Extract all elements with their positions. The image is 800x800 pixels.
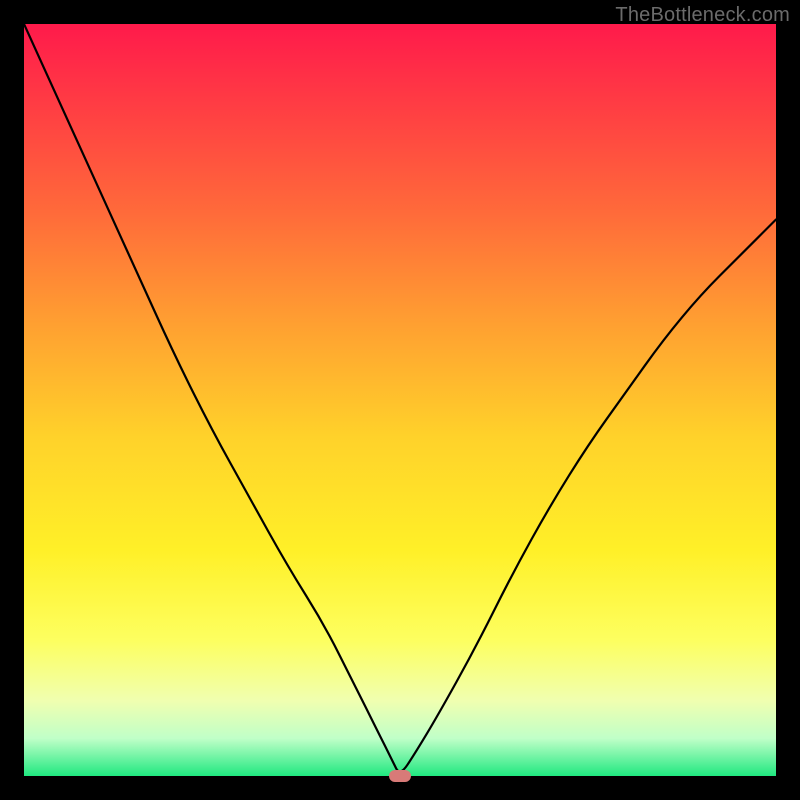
- optimum-marker: [389, 770, 411, 782]
- bottleneck-curve: [24, 24, 776, 776]
- chart-plot-area: [24, 24, 776, 776]
- watermark-text: TheBottleneck.com: [615, 4, 790, 27]
